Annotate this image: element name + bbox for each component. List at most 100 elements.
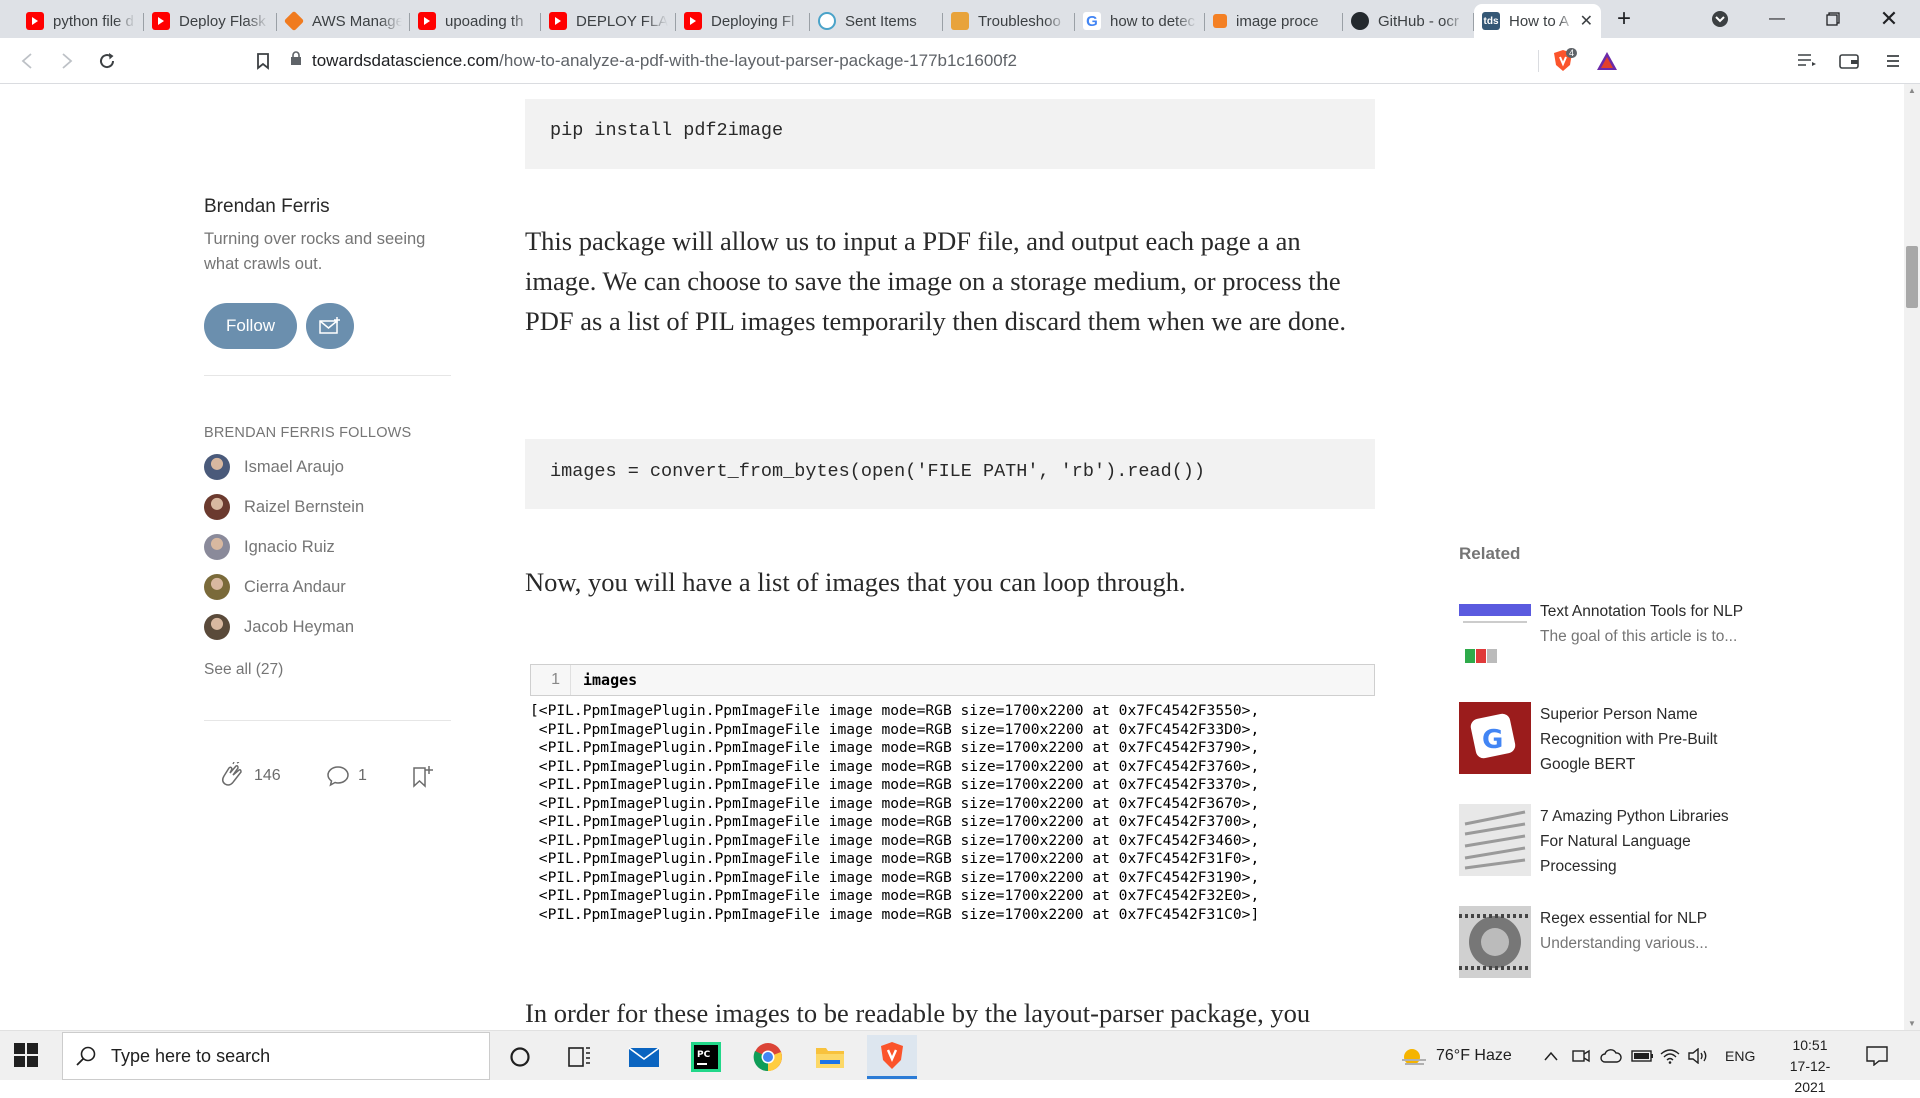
wifi-icon[interactable] (1660, 1031, 1680, 1081)
browser-tab[interactable]: Troubleshoo (943, 4, 1075, 38)
subscribe-email-button[interactable] (306, 303, 354, 349)
followed-author[interactable]: Raizel Bernstein (204, 492, 364, 522)
volume-icon[interactable] (1688, 1031, 1710, 1081)
cell-output: [<PIL.PpmImagePlugin.PpmImageFile image … (530, 702, 1375, 924)
input-language[interactable]: ENG (1725, 1031, 1755, 1081)
weather-haze-icon (1402, 1049, 1426, 1065)
output-line: <PIL.PpmImagePlugin.PpmImageFile image m… (530, 813, 1260, 830)
related-article-title: Text Annotation Tools for NLP (1540, 603, 1744, 620)
notifications-icon[interactable] (1866, 1031, 1888, 1081)
search-icon (76, 1046, 96, 1066)
browser-tab[interactable]: Sent Items (810, 4, 943, 38)
page-scrollbar[interactable]: ▲ ▼ (1904, 84, 1920, 1030)
browser-tab[interactable]: Deploy Flask (144, 4, 277, 38)
code-block: images = convert_from_bytes(open('FILE P… (525, 439, 1375, 509)
bookmark-icon[interactable] (248, 46, 278, 76)
weather-widget[interactable]: 76°F Haze (1400, 1031, 1512, 1081)
chrome-icon[interactable] (743, 1037, 793, 1077)
tab-title: DEPLOY FLAS (576, 12, 668, 30)
article-thumbnail (1459, 599, 1531, 671)
file-explorer-icon[interactable] (805, 1037, 855, 1077)
close-tab-icon[interactable]: ✕ (1580, 11, 1593, 31)
reload-icon[interactable] (92, 46, 122, 76)
back-icon[interactable] (12, 46, 42, 76)
followed-author[interactable]: Ismael Araujo (204, 452, 344, 482)
reading-list-icon[interactable] (1792, 46, 1822, 76)
clap-icon (221, 762, 242, 786)
battery-icon[interactable] (1631, 1031, 1655, 1081)
output-line: <PIL.PpmImagePlugin.PpmImageFile image m… (530, 850, 1260, 867)
youtube-icon (26, 12, 44, 30)
output-line: <PIL.PpmImagePlugin.PpmImageFile image m… (530, 887, 1260, 904)
responses-button[interactable]: 1 (326, 765, 367, 787)
show-hidden-icons-chevron[interactable] (1543, 1031, 1559, 1081)
output-line: <PIL.PpmImagePlugin.PpmImageFile image m… (530, 794, 1260, 812)
avatar (204, 494, 230, 520)
followed-author[interactable]: Jacob Heyman (204, 612, 354, 642)
article-paragraph: This package will allow us to input a PD… (525, 226, 1347, 336)
tab-title: AWS Manage (312, 12, 402, 30)
browser-tab[interactable]: AWS Manage (277, 4, 410, 38)
save-bookmark-icon[interactable] (411, 764, 433, 793)
brave-shields-icon[interactable]: 4 (1548, 46, 1578, 76)
see-all-link[interactable]: See all (27) (204, 661, 283, 679)
followed-author[interactable]: Ignacio Ruiz (204, 532, 335, 562)
output-line: <PIL.PpmImagePlugin.PpmImageFile image m… (530, 720, 1260, 738)
output-line: <PIL.PpmImagePlugin.PpmImageFile image m… (530, 776, 1260, 793)
browser-tab[interactable]: python file d (18, 4, 144, 38)
scroll-down-arrow[interactable]: ▼ (1908, 1019, 1916, 1028)
meet-now-icon[interactable] (1572, 1031, 1590, 1081)
search-placeholder: Type here to search (111, 1045, 271, 1066)
cortana-icon[interactable] (495, 1037, 545, 1077)
followed-author[interactable]: Cierra Andaur (204, 572, 346, 602)
tab-title: Troubleshoo (978, 12, 1061, 30)
close-window-button[interactable]: ✕ (1866, 0, 1912, 38)
output-line: <PIL.PpmImagePlugin.PpmImageFile image m… (530, 868, 1260, 886)
onedrive-icon[interactable] (1600, 1031, 1622, 1081)
browser-tab[interactable]: Ghow to detec (1075, 4, 1205, 38)
menu-icon[interactable] (1878, 46, 1908, 76)
forward-icon[interactable] (52, 46, 82, 76)
wallet-icon[interactable] (1834, 46, 1864, 76)
follow-button[interactable]: Follow (204, 303, 297, 349)
mail-app-icon[interactable] (619, 1037, 669, 1077)
tab-search-icon[interactable] (1697, 0, 1743, 38)
browser-tab[interactable]: DEPLOY FLAS (541, 4, 676, 38)
article-paragraph: In order for these images to be readable… (525, 998, 1311, 1028)
response-count: 1 (358, 767, 367, 784)
author-name[interactable]: Brendan Ferris (204, 196, 330, 218)
email-icon (319, 317, 340, 334)
restore-button[interactable] (1810, 0, 1856, 38)
browser-tab[interactable]: Deploying Fl (676, 4, 810, 38)
author-bio: Turning over rocks and seeing what crawl… (204, 230, 426, 273)
browser-tab[interactable]: GitHub - ocr (1343, 4, 1474, 38)
minimize-button[interactable]: — (1754, 0, 1800, 38)
taskbar-search-box[interactable]: Type here to search (62, 1032, 490, 1080)
avatar (204, 574, 230, 600)
lock-icon (290, 51, 302, 71)
tab-active[interactable]: tds How to A ✕ (1474, 4, 1601, 38)
weather-text: 76°F Haze (1436, 1047, 1512, 1064)
google-icon: G (1083, 12, 1101, 30)
tab-title: How to A (1509, 12, 1570, 30)
brave-rewards-icon[interactable] (1592, 46, 1622, 76)
clap-count: 146 (254, 767, 281, 784)
url-host: towardsdatascience.com (312, 51, 500, 70)
windows-start-icon[interactable] (14, 1043, 38, 1072)
youtube-icon (418, 12, 436, 30)
windows-taskbar: Type here to search PC 76°F Haze ENG 10:… (0, 1030, 1920, 1095)
article-paragraph: Now, you will have a list of images that… (525, 567, 1186, 597)
clap-button[interactable]: 146 (218, 762, 281, 790)
github-icon (1351, 12, 1369, 30)
brave-taskbar-icon[interactable] (867, 1035, 917, 1079)
pycharm-icon[interactable]: PC (681, 1037, 731, 1077)
clock[interactable]: 10:51 17-12-2021 (1775, 1035, 1845, 1098)
scrollbar-thumb[interactable] (1906, 246, 1918, 308)
scroll-up-arrow[interactable]: ▲ (1908, 86, 1916, 95)
address-bar[interactable]: towardsdatascience.com/how-to-analyze-a-… (290, 44, 1590, 78)
browser-tab[interactable]: upoading th (410, 4, 541, 38)
new-tab-button[interactable]: + (1601, 0, 1647, 38)
tab-title: Sent Items (845, 12, 917, 30)
task-view-icon[interactable] (555, 1037, 605, 1077)
browser-tab[interactable]: image proce (1205, 4, 1343, 38)
